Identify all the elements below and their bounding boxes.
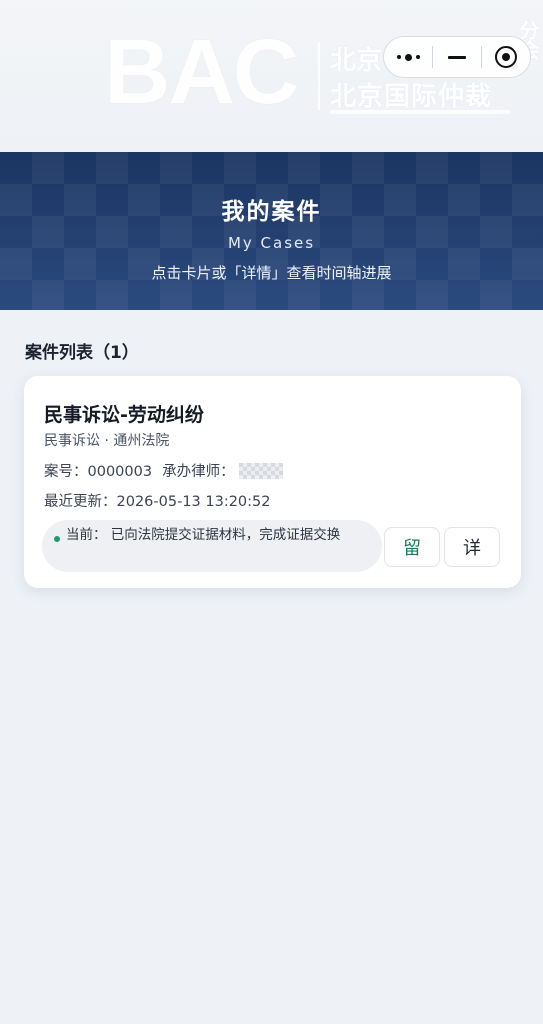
case-meta: 民事诉讼 · 通州法院	[44, 433, 170, 449]
case-title: 民事诉讼-劳动纠纷	[44, 404, 204, 426]
target-close-icon	[495, 46, 517, 68]
case-detail-button[interactable]: 详	[444, 527, 500, 567]
close-button[interactable]	[482, 37, 530, 77]
hero-banner: 我的案件 My Cases 点击卡片或「详情」查看时间轴进展	[0, 152, 543, 310]
mini-program-capsule	[383, 36, 531, 78]
watermark-logo-cn: 北京国际仲裁	[330, 82, 493, 112]
top-navigation-bar: BAC 北京 北京国际仲裁 分会	[0, 0, 543, 152]
watermark-logo-underline	[330, 110, 510, 114]
minimize-icon	[448, 55, 466, 59]
watermark-logo: BAC	[104, 21, 299, 123]
logo-divider	[318, 42, 320, 110]
lawyer-name-redacted	[238, 462, 283, 479]
case-number: 案号：0000003	[44, 464, 153, 480]
page-title: 我的案件	[221, 199, 322, 225]
case-number-row: 案号：0000003 承办律师：	[44, 460, 283, 481]
status-dot-icon	[54, 536, 60, 542]
minimize-button[interactable]	[433, 37, 481, 77]
case-list-title: 案件列表（1）	[25, 343, 139, 363]
page-subtitle: My Cases	[227, 234, 316, 252]
current-status-text: 当前： 已向法院提交证据材料，完成证据交换	[66, 527, 341, 543]
current-status-pill: 当前： 已向法院提交证据材料，完成证据交换	[42, 520, 382, 572]
case-card[interactable]: 民事诉讼-劳动纠纷 民事诉讼 · 通州法院 案号：0000003 承办律师： 最…	[24, 376, 521, 588]
more-button[interactable]	[384, 37, 432, 77]
leave-message-button[interactable]: 留	[384, 527, 440, 567]
more-dots-icon	[396, 53, 420, 61]
page-hint: 点击卡片或「详情」查看时间轴进展	[151, 264, 392, 282]
lawyer-label: 承办律师：	[162, 464, 235, 480]
last-updated: 最近更新：2026-05-13 13:20:52	[44, 494, 271, 510]
my-cases-page: BAC 北京 北京国际仲裁 分会 我的案件 My Cases 点击卡片或「详情」…	[0, 0, 543, 1024]
watermark-logo-cn-top: 北京	[330, 46, 383, 76]
